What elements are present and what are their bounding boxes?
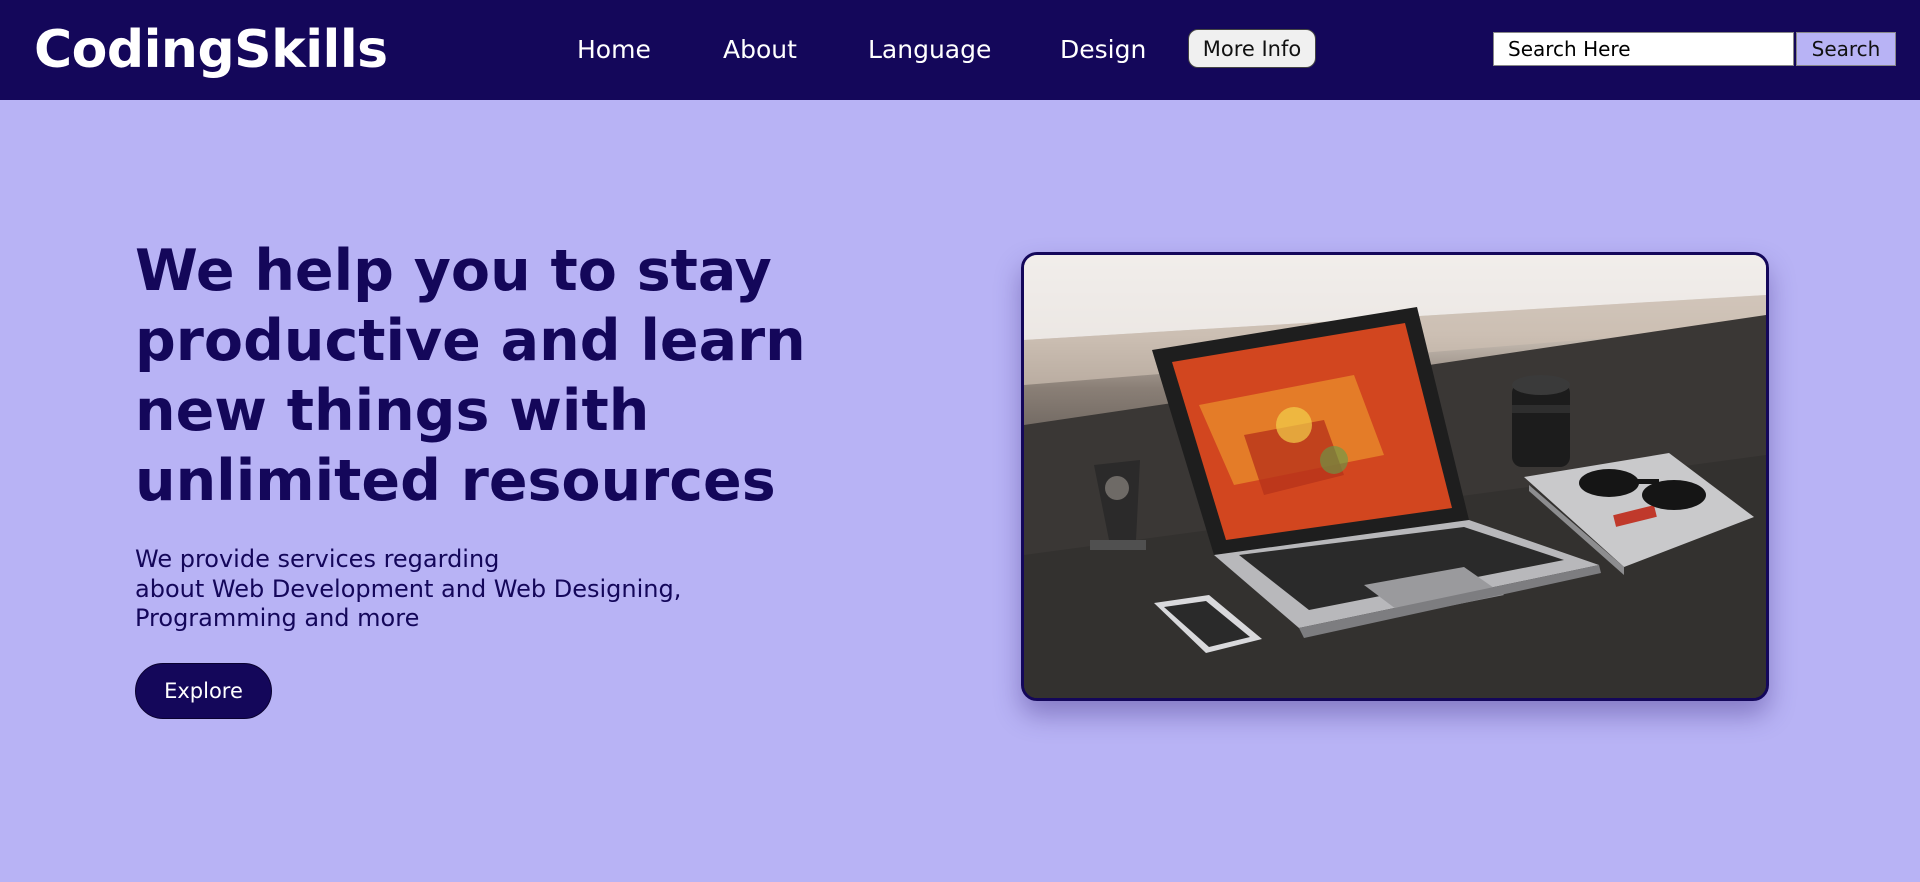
search-button[interactable]: Search bbox=[1796, 32, 1896, 66]
search-input[interactable] bbox=[1493, 32, 1794, 66]
nav-link-language[interactable]: Language bbox=[868, 33, 991, 67]
nav-link-design[interactable]: Design bbox=[1060, 33, 1146, 67]
hero-headline: We help you to stay productive and learn… bbox=[135, 238, 806, 514]
laptop-on-desk-image bbox=[1021, 252, 1769, 701]
more-info-button[interactable]: More Info bbox=[1188, 29, 1316, 68]
nav-link-home[interactable]: Home bbox=[577, 33, 651, 67]
brand-logo[interactable]: CodingSkills bbox=[34, 20, 388, 80]
hero-description-line: about Web Development and Web Designing, bbox=[135, 574, 682, 603]
explore-button[interactable]: Explore bbox=[135, 663, 272, 719]
camera-lens bbox=[1512, 375, 1570, 467]
hero-description: We provide services regarding about Web … bbox=[135, 545, 775, 634]
nav-link-about[interactable]: About bbox=[723, 33, 797, 67]
laptop-scene-illustration bbox=[1024, 255, 1766, 698]
hero-description-line: We provide services regarding bbox=[135, 545, 500, 573]
hero-description-line: Programming and more bbox=[135, 604, 420, 632]
navbar: CodingSkills Home About Language Design … bbox=[0, 0, 1920, 100]
